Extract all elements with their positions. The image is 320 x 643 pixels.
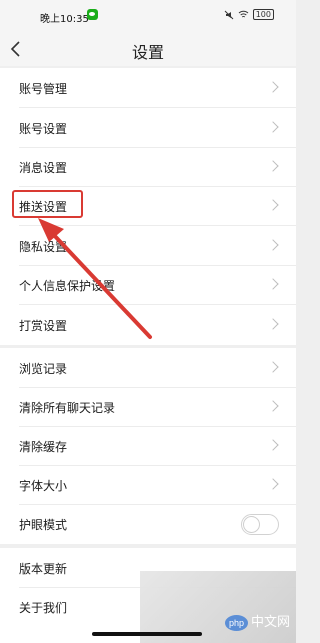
row-account-settings[interactable]: 账号设置 (0, 108, 296, 148)
chevron-right-icon (267, 81, 279, 93)
chevron-right-icon (267, 318, 279, 330)
row-label: 浏览记录 (19, 362, 68, 376)
mute-icon (224, 10, 234, 19)
row-clear-cache[interactable]: 清除缓存 (0, 426, 296, 466)
row-label: 护眼模式 (19, 518, 68, 532)
row-label: 清除所有聊天记录 (19, 401, 116, 415)
chevron-right-icon (267, 439, 279, 451)
battery-icon: 100 (252, 9, 274, 20)
chevron-right-icon (267, 400, 279, 412)
row-browsing-history[interactable]: 浏览记录 (0, 348, 296, 388)
chevron-right-icon (267, 239, 279, 251)
chevron-right-icon (267, 278, 279, 290)
wechat-notification-icon (87, 9, 98, 20)
home-indicator[interactable] (92, 632, 202, 636)
status-time: 晚上10:35 (40, 14, 89, 25)
eye-protection-toggle[interactable] (241, 514, 279, 535)
page-title: 设置 (131, 43, 164, 62)
row-clear-chat-history[interactable]: 清除所有聊天记录 (0, 387, 296, 427)
chevron-right-icon (267, 199, 279, 211)
row-label: 隐私设置 (19, 240, 68, 254)
row-tip-settings[interactable]: 打赏设置 (0, 305, 296, 345)
row-label: 版本更新 (19, 562, 68, 576)
php-logo-icon: php (224, 615, 248, 631)
nav-bar: 设置 (0, 34, 296, 66)
settings-group-general: 浏览记录 清除所有聊天记录 清除缓存 字体大小 护眼模式 (0, 348, 296, 544)
row-label: 消息设置 (19, 161, 68, 175)
chevron-right-icon (267, 478, 279, 490)
row-font-size[interactable]: 字体大小 (0, 465, 296, 505)
chevron-right-icon (267, 160, 279, 172)
row-label: 关于我们 (19, 601, 68, 615)
row-eye-protection: 护眼模式 (0, 504, 296, 544)
toggle-knob (243, 516, 260, 533)
row-privacy-settings[interactable]: 隐私设置 (0, 226, 296, 266)
watermark-label: 中文网 (250, 614, 290, 630)
status-icons: 100 (224, 9, 274, 20)
row-personal-info-protection[interactable]: 个人信息保护设置 (0, 265, 296, 305)
watermark-text: php 中文网 (224, 611, 290, 631)
highlight-box (12, 190, 83, 218)
row-message-settings[interactable]: 消息设置 (0, 147, 296, 187)
row-label: 清除缓存 (19, 440, 68, 454)
row-label: 账号设置 (19, 122, 68, 136)
row-label: 字体大小 (19, 479, 68, 493)
chevron-right-icon (267, 361, 279, 373)
wifi-icon (238, 10, 249, 18)
chevron-right-icon (267, 121, 279, 133)
status-bar: 晚上10:35 100 (0, 0, 296, 34)
row-account-management[interactable]: 账号管理 (0, 68, 296, 108)
row-label: 个人信息保护设置 (19, 279, 116, 293)
row-label: 账号管理 (19, 82, 68, 96)
row-label: 打赏设置 (19, 319, 68, 333)
